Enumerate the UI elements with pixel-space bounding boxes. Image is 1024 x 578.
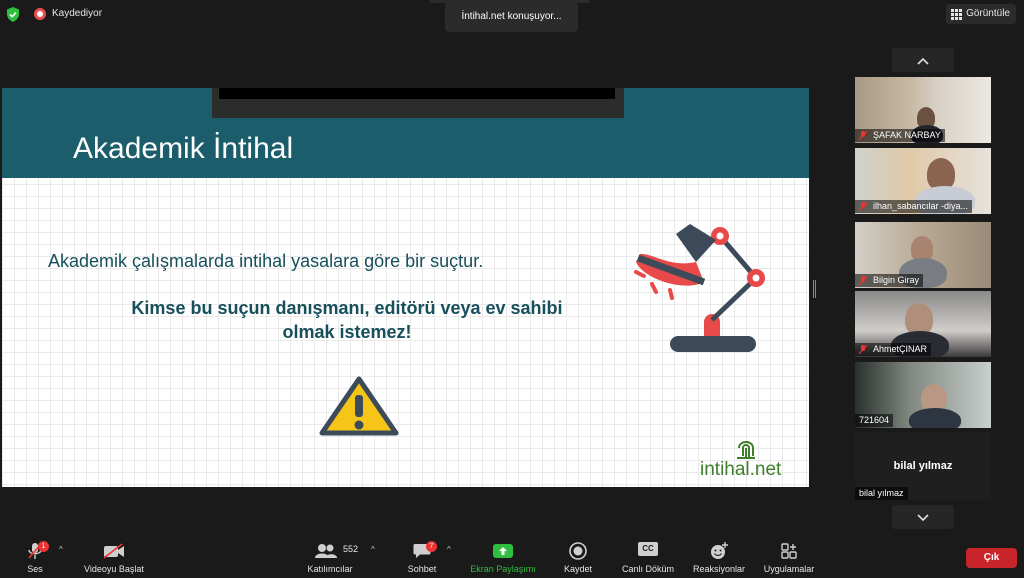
slide-emphasis-text: Kimse bu suçun danışmanı, editörü veya e… xyxy=(2,296,692,344)
slide-emphasis-line-1: Kimse bu suçun danışmanı, editörü veya e… xyxy=(131,298,563,318)
live-transcript-label: Canlı Döküm xyxy=(621,564,675,574)
record-icon xyxy=(569,542,587,560)
record-button[interactable]: Kaydet xyxy=(558,533,598,578)
fingerprint-logo-icon xyxy=(737,441,755,459)
participant-name-text: AhmetÇINAR xyxy=(873,344,928,354)
desk-lamp-icon xyxy=(634,224,765,352)
share-screen-label: Ekran Paylaşımı xyxy=(470,564,536,574)
audio-badge: 1 xyxy=(38,541,49,552)
live-transcript-button[interactable]: CC Canlı Döküm xyxy=(616,533,680,578)
apps-icon xyxy=(781,543,797,559)
participant-name: bilal yılmaz xyxy=(855,487,908,500)
top-bar: Kaydediyor İntihal.net konuşuyor... Görü… xyxy=(0,0,1024,32)
participant-video-tile[interactable]: Bilgin Giray xyxy=(855,222,991,288)
start-video-label: Videoyu Başlat xyxy=(84,564,144,574)
share-screen-button[interactable]: Ekran Paylaşımı xyxy=(466,533,540,578)
shared-screen-slide: Akademik İntihal Akademik çalışmalarda i… xyxy=(2,88,809,487)
muted-mic-icon xyxy=(858,131,868,140)
video-camera-off-icon xyxy=(103,543,124,559)
emoji-reaction-icon xyxy=(711,542,728,559)
leave-meeting-button[interactable]: Çık xyxy=(966,548,1017,568)
participant-video-tile[interactable]: AhmetÇINAR xyxy=(855,291,991,357)
slide-text-line: Akademik çalışmalarda intihal yasalara g… xyxy=(48,251,484,271)
participant-video-tile[interactable]: ilhan_sabancılar -diya... xyxy=(855,148,991,214)
participant-tile-no-video[interactable]: bilal yılmaz bilal yılmaz xyxy=(855,432,991,500)
participant-name: Bilgin Giray xyxy=(855,274,924,287)
reactions-button[interactable]: Reaksiyonlar xyxy=(688,533,750,578)
participant-name: ilhan_sabancılar -diya... xyxy=(855,200,973,213)
chevron-up-icon xyxy=(917,57,929,65)
start-video-button[interactable]: Videoyu Başlat xyxy=(78,533,150,578)
intihal-net-logo: intihal.net xyxy=(700,459,782,480)
splitter-handle[interactable] xyxy=(813,280,816,298)
audio-options-caret-icon[interactable]: ^ xyxy=(59,545,63,554)
participants-button[interactable]: 552 Katılımcılar xyxy=(300,533,360,578)
participant-name: AhmetÇINAR xyxy=(855,343,932,356)
muted-mic-icon xyxy=(858,202,868,211)
participant-video-tile[interactable]: ŞAFAK NARBAY xyxy=(855,77,991,143)
chat-unread-badge: 7 xyxy=(426,541,437,552)
apps-button[interactable]: Uygulamalar xyxy=(758,533,820,578)
participant-name-text: ŞAFAK NARBAY xyxy=(873,130,941,140)
meeting-toolbar: 1 Ses ^ Videoyu Başlat 552 Katılımcılar … xyxy=(0,533,1024,578)
active-speaker-label: İntihal.net konuşuyor... xyxy=(430,0,590,32)
warning-icon xyxy=(319,376,399,436)
recording-icon[interactable] xyxy=(34,8,46,20)
participant-display-name: bilal yılmaz xyxy=(893,460,953,472)
muted-mic-icon xyxy=(858,345,868,354)
chat-options-caret-icon[interactable]: ^ xyxy=(447,545,451,554)
participants-label: Katılımcılar xyxy=(307,564,353,574)
participant-name: 721604 xyxy=(855,414,894,427)
participant-name: ŞAFAK NARBAY xyxy=(855,129,945,142)
slide-header: Akademik İntihal xyxy=(2,88,809,178)
view-button-label: Görüntüle xyxy=(966,8,1010,19)
share-screen-icon xyxy=(493,544,513,558)
participants-icon xyxy=(315,544,337,558)
muted-mic-icon xyxy=(858,276,868,285)
chat-button[interactable]: 7 Sohbet xyxy=(402,533,442,578)
participant-name-text: 721604 xyxy=(859,415,890,425)
reactions-label: Reaksiyonlar xyxy=(692,564,746,574)
security-shield-icon[interactable] xyxy=(6,7,20,22)
participant-video-tile[interactable]: 721604 xyxy=(855,362,991,428)
chevron-down-icon xyxy=(917,514,929,522)
view-button[interactable]: Görüntüle xyxy=(946,4,1016,24)
slide-title: Akademik İntihal xyxy=(73,132,294,165)
participants-options-caret-icon[interactable]: ^ xyxy=(371,545,375,554)
record-label: Kaydet xyxy=(563,564,593,574)
gallery-scroll-up-button[interactable] xyxy=(892,48,954,72)
participant-name-text: ilhan_sabancılar -diya... xyxy=(873,201,969,211)
closed-captions-icon: CC xyxy=(638,542,658,556)
apps-label: Uygulamalar xyxy=(763,564,815,574)
grid-view-icon xyxy=(951,9,963,20)
slide-header-strip xyxy=(219,88,615,99)
chat-label: Sohbet xyxy=(407,564,437,574)
participant-body xyxy=(909,408,961,428)
recording-label: Kaydediyor xyxy=(52,8,103,19)
participant-count: 552 xyxy=(343,544,359,554)
audio-button[interactable]: 1 Ses xyxy=(20,533,50,578)
audio-label: Ses xyxy=(27,564,43,574)
participant-name-text: Bilgin Giray xyxy=(873,275,920,285)
gallery-scroll-down-button[interactable] xyxy=(892,505,954,529)
slide-emphasis-line-2: olmak istemez! xyxy=(282,322,412,342)
